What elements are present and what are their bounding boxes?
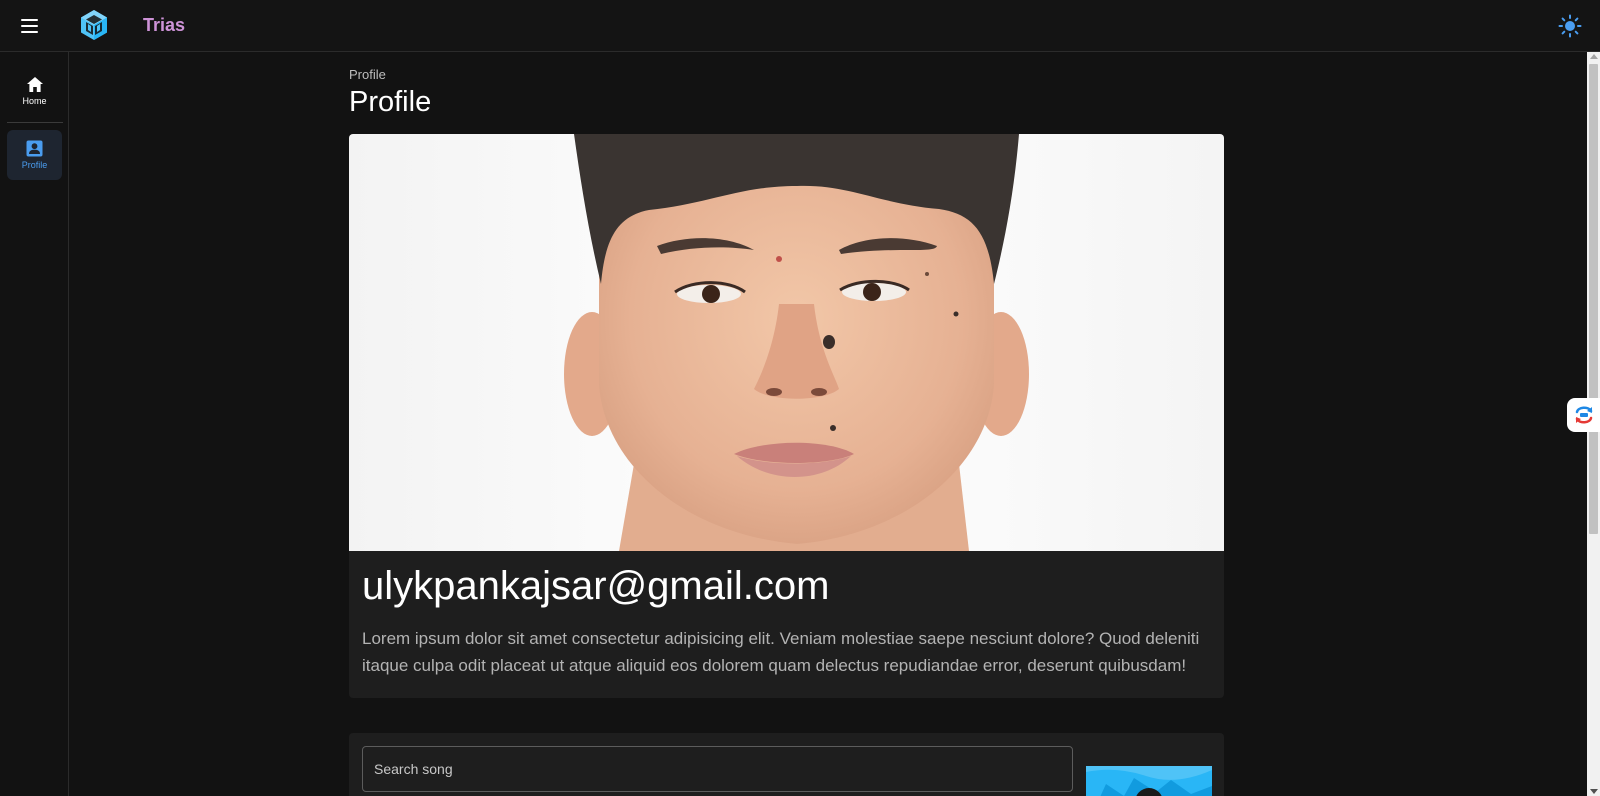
navigation-rail: Home Profile (0, 52, 69, 796)
profile-email: ulykpankajsar@gmail.com (362, 564, 830, 608)
profile-photo (349, 134, 1224, 551)
translate-widget-icon (1575, 406, 1592, 424)
nav-item-profile[interactable]: Profile (7, 130, 62, 180)
app-title: Trias (143, 15, 186, 35)
search-song-input[interactable] (362, 746, 1073, 792)
floating-helper-button[interactable] (1567, 398, 1600, 432)
profile-badge-icon (26, 140, 43, 157)
scrollbar-thumb[interactable] (1589, 64, 1598, 534)
hamburger-menu-icon[interactable] (14, 12, 44, 40)
nav-label-profile: Profile (21, 160, 48, 170)
song-search-card (349, 733, 1224, 796)
profile-card: ulykpankajsar@gmail.com Lorem ipsum dolo… (349, 134, 1224, 698)
nav-label-home: Home (22, 96, 47, 106)
nav-divider (7, 122, 63, 123)
breadcrumb: Profile (349, 67, 386, 82)
sun-icon[interactable] (1558, 14, 1582, 38)
cube-logo-icon[interactable] (80, 9, 108, 41)
scroll-down-arrow-icon[interactable] (1590, 789, 1598, 794)
page-title: Profile (349, 86, 432, 118)
nav-item-home[interactable]: Home (7, 66, 62, 116)
home-icon (26, 77, 43, 92)
album-art-thumbnail[interactable] (1086, 766, 1212, 796)
scroll-up-arrow-icon[interactable] (1590, 54, 1598, 59)
app-bar: Trias (0, 0, 1600, 52)
profile-bio: Lorem ipsum dolor sit amet consectetur a… (362, 629, 1200, 675)
